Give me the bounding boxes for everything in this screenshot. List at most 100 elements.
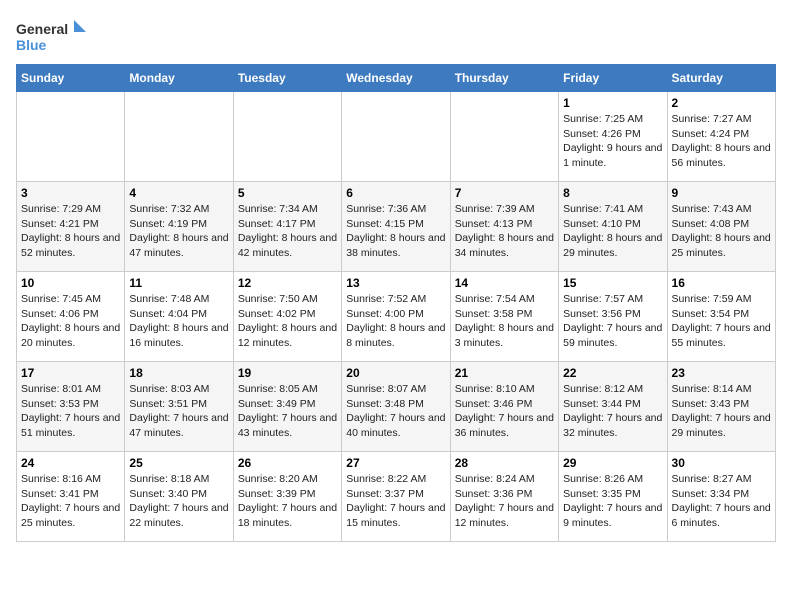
day-cell: 21 Sunrise: 8:10 AM Sunset: 3:46 PM Dayli… [450, 362, 558, 452]
day-cell: 22 Sunrise: 8:12 AM Sunset: 3:44 PM Dayli… [559, 362, 667, 452]
header-cell-tuesday: Tuesday [233, 65, 341, 92]
day-number: 10 [21, 276, 120, 290]
header-cell-monday: Monday [125, 65, 233, 92]
week-row-2: 3 Sunrise: 7:29 AM Sunset: 4:21 PM Daylig… [17, 182, 776, 272]
day-cell [342, 92, 450, 182]
day-cell: 28 Sunrise: 8:24 AM Sunset: 3:36 PM Dayli… [450, 452, 558, 542]
day-cell: 15 Sunrise: 7:57 AM Sunset: 3:56 PM Dayli… [559, 272, 667, 362]
day-cell: 13Sunrise: 7:52 AM Sunset: 4:00 PM Dayli… [342, 272, 450, 362]
day-cell: 29 Sunrise: 8:26 AM Sunset: 3:35 PM Dayli… [559, 452, 667, 542]
day-number: 13 [346, 276, 445, 290]
day-info: Sunrise: 7:41 AM Sunset: 4:10 PM Dayligh… [563, 202, 662, 261]
day-info: Sunrise: 7:36 AM Sunset: 4:15 PM Dayligh… [346, 202, 445, 261]
week-row-3: 10 Sunrise: 7:45 AM Sunset: 4:06 PM Dayli… [17, 272, 776, 362]
day-number: 18 [129, 366, 228, 380]
day-number: 7 [455, 186, 554, 200]
day-number: 29 [563, 456, 662, 470]
day-info: Sunrise: 7:39 AM Sunset: 4:13 PM Dayligh… [455, 202, 554, 261]
day-info: Sunrise: 7:32 AM Sunset: 4:19 PM Dayligh… [129, 202, 228, 261]
day-info: Sunrise: 8:27 AM Sunset: 3:34 PM Dayligh… [672, 472, 771, 531]
day-cell: 24Sunrise: 8:16 AM Sunset: 3:41 PM Dayli… [17, 452, 125, 542]
week-row-4: 17 Sunrise: 8:01 AM Sunset: 3:53 PM Dayli… [17, 362, 776, 452]
day-info: Sunrise: 7:34 AM Sunset: 4:17 PM Dayligh… [238, 202, 337, 261]
svg-text:General: General [16, 21, 68, 37]
day-number: 22 [563, 366, 662, 380]
day-cell: 11 Sunrise: 7:48 AM Sunset: 4:04 PM Dayli… [125, 272, 233, 362]
day-number: 14 [455, 276, 554, 290]
day-info: Sunrise: 8:01 AM Sunset: 3:53 PM Dayligh… [21, 382, 120, 441]
day-cell [233, 92, 341, 182]
day-number: 5 [238, 186, 337, 200]
week-row-5: 24Sunrise: 8:16 AM Sunset: 3:41 PM Dayli… [17, 452, 776, 542]
day-number: 30 [672, 456, 771, 470]
day-info: Sunrise: 7:27 AM Sunset: 4:24 PM Dayligh… [672, 112, 771, 171]
day-cell: 30 Sunrise: 8:27 AM Sunset: 3:34 PM Dayli… [667, 452, 775, 542]
logo: GeneralBlue [16, 16, 96, 56]
day-info: Sunrise: 7:54 AM Sunset: 3:58 PM Dayligh… [455, 292, 554, 351]
day-number: 25 [129, 456, 228, 470]
day-info: Sunrise: 7:57 AM Sunset: 3:56 PM Dayligh… [563, 292, 662, 351]
day-number: 15 [563, 276, 662, 290]
day-cell: 1 Sunrise: 7:25 AM Sunset: 4:26 PM Daylig… [559, 92, 667, 182]
day-info: Sunrise: 8:26 AM Sunset: 3:35 PM Dayligh… [563, 472, 662, 531]
week-row-1: 1 Sunrise: 7:25 AM Sunset: 4:26 PM Daylig… [17, 92, 776, 182]
day-info: Sunrise: 8:14 AM Sunset: 3:43 PM Dayligh… [672, 382, 771, 441]
day-cell [17, 92, 125, 182]
day-cell: 27Sunrise: 8:22 AM Sunset: 3:37 PM Dayli… [342, 452, 450, 542]
logo-icon: GeneralBlue [16, 16, 96, 56]
day-info: Sunrise: 7:59 AM Sunset: 3:54 PM Dayligh… [672, 292, 771, 351]
day-number: 9 [672, 186, 771, 200]
calendar-table: SundayMondayTuesdayWednesdayThursdayFrid… [16, 64, 776, 542]
day-number: 20 [346, 366, 445, 380]
day-info: Sunrise: 7:45 AM Sunset: 4:06 PM Dayligh… [21, 292, 120, 351]
day-number: 17 [21, 366, 120, 380]
day-number: 16 [672, 276, 771, 290]
day-cell: 7 Sunrise: 7:39 AM Sunset: 4:13 PM Daylig… [450, 182, 558, 272]
day-cell: 12Sunrise: 7:50 AM Sunset: 4:02 PM Dayli… [233, 272, 341, 362]
svg-text:Blue: Blue [16, 37, 47, 53]
day-info: Sunrise: 8:10 AM Sunset: 3:46 PM Dayligh… [455, 382, 554, 441]
day-cell: 10 Sunrise: 7:45 AM Sunset: 4:06 PM Dayli… [17, 272, 125, 362]
day-cell: 2Sunrise: 7:27 AM Sunset: 4:24 PM Daylig… [667, 92, 775, 182]
day-info: Sunrise: 7:43 AM Sunset: 4:08 PM Dayligh… [672, 202, 771, 261]
day-cell: 14 Sunrise: 7:54 AM Sunset: 3:58 PM Dayli… [450, 272, 558, 362]
day-cell [450, 92, 558, 182]
day-info: Sunrise: 7:25 AM Sunset: 4:26 PM Dayligh… [563, 112, 662, 171]
day-info: Sunrise: 8:24 AM Sunset: 3:36 PM Dayligh… [455, 472, 554, 531]
day-number: 26 [238, 456, 337, 470]
day-number: 4 [129, 186, 228, 200]
day-cell: 16 Sunrise: 7:59 AM Sunset: 3:54 PM Dayli… [667, 272, 775, 362]
day-info: Sunrise: 7:50 AM Sunset: 4:02 PM Dayligh… [238, 292, 337, 351]
day-cell: 4 Sunrise: 7:32 AM Sunset: 4:19 PM Daylig… [125, 182, 233, 272]
day-number: 28 [455, 456, 554, 470]
day-number: 6 [346, 186, 445, 200]
day-number: 19 [238, 366, 337, 380]
day-info: Sunrise: 7:29 AM Sunset: 4:21 PM Dayligh… [21, 202, 120, 261]
day-info: Sunrise: 7:48 AM Sunset: 4:04 PM Dayligh… [129, 292, 228, 351]
day-cell: 3 Sunrise: 7:29 AM Sunset: 4:21 PM Daylig… [17, 182, 125, 272]
day-number: 3 [21, 186, 120, 200]
day-info: Sunrise: 8:22 AM Sunset: 3:37 PM Dayligh… [346, 472, 445, 531]
day-cell: 5 Sunrise: 7:34 AM Sunset: 4:17 PM Daylig… [233, 182, 341, 272]
day-cell: 8 Sunrise: 7:41 AM Sunset: 4:10 PM Daylig… [559, 182, 667, 272]
day-cell: 20 Sunrise: 8:07 AM Sunset: 3:48 PM Dayli… [342, 362, 450, 452]
day-cell: 17 Sunrise: 8:01 AM Sunset: 3:53 PM Dayli… [17, 362, 125, 452]
header-cell-sunday: Sunday [17, 65, 125, 92]
day-cell: 25Sunrise: 8:18 AM Sunset: 3:40 PM Dayli… [125, 452, 233, 542]
header-cell-wednesday: Wednesday [342, 65, 450, 92]
header-cell-saturday: Saturday [667, 65, 775, 92]
day-cell: 26 Sunrise: 8:20 AM Sunset: 3:39 PM Dayli… [233, 452, 341, 542]
header-row: SundayMondayTuesdayWednesdayThursdayFrid… [17, 65, 776, 92]
day-info: Sunrise: 8:03 AM Sunset: 3:51 PM Dayligh… [129, 382, 228, 441]
header: GeneralBlue [16, 16, 776, 56]
day-info: Sunrise: 8:12 AM Sunset: 3:44 PM Dayligh… [563, 382, 662, 441]
day-info: Sunrise: 8:07 AM Sunset: 3:48 PM Dayligh… [346, 382, 445, 441]
day-number: 8 [563, 186, 662, 200]
day-cell [125, 92, 233, 182]
day-number: 21 [455, 366, 554, 380]
day-info: Sunrise: 8:20 AM Sunset: 3:39 PM Dayligh… [238, 472, 337, 531]
day-cell: 9 Sunrise: 7:43 AM Sunset: 4:08 PM Daylig… [667, 182, 775, 272]
day-info: Sunrise: 8:05 AM Sunset: 3:49 PM Dayligh… [238, 382, 337, 441]
day-number: 1 [563, 96, 662, 110]
day-number: 11 [129, 276, 228, 290]
